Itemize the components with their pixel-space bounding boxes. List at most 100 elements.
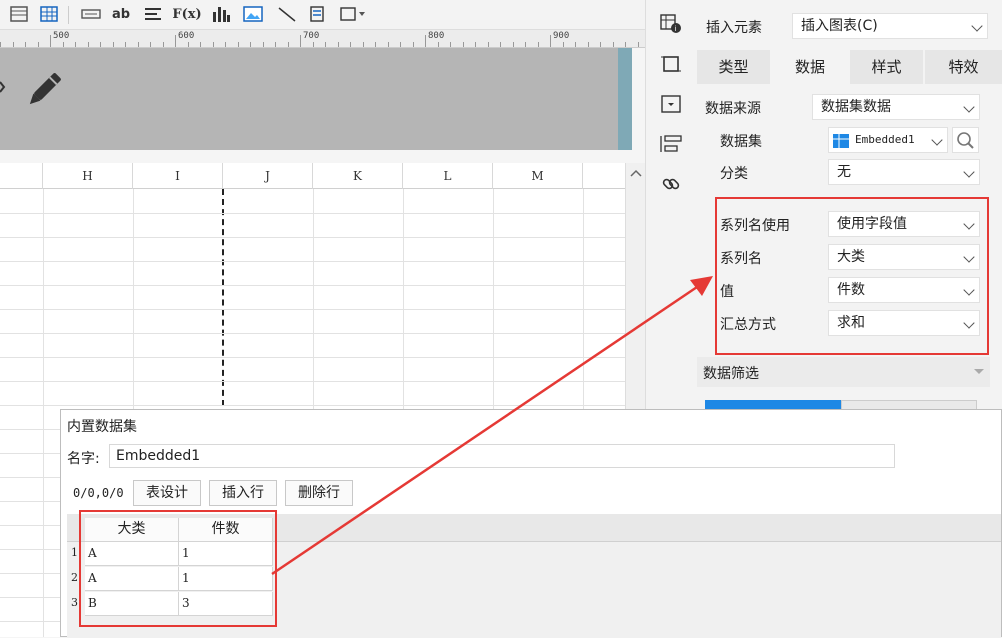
name-input[interactable]	[109, 444, 895, 468]
ruler-tick	[75, 42, 76, 47]
chart-edge	[618, 48, 632, 150]
column-header-k[interactable]: K	[313, 163, 403, 189]
ruler-tick	[475, 42, 476, 47]
data-source-value: 数据集数据	[821, 99, 891, 115]
column-header-m[interactable]: M	[493, 163, 583, 189]
svg-text:i: i	[675, 25, 677, 33]
ruler-tick	[125, 42, 126, 47]
data-source-label: 数据来源	[705, 101, 761, 117]
ruler-tick	[400, 42, 401, 47]
textbox-icon[interactable]	[80, 4, 102, 24]
ruler-tick	[275, 42, 276, 47]
image-icon[interactable]	[242, 4, 264, 24]
ruler-label: 700	[303, 31, 320, 41]
dataset-dropdown[interactable]: Embedded1	[828, 127, 948, 153]
dialog-title: 内置数据集	[67, 419, 137, 435]
data-filter-label: 数据筛选	[703, 366, 759, 382]
dataset-search-button[interactable]	[952, 127, 979, 153]
grid-icon[interactable]	[38, 4, 60, 24]
ruler-tick	[150, 42, 151, 47]
row-number: 1	[71, 546, 78, 559]
scroll-up-icon	[630, 169, 642, 177]
ruler-tick	[375, 42, 376, 47]
subreport-icon[interactable]	[306, 4, 328, 24]
tab-type[interactable]: 类型	[697, 50, 770, 84]
column-header-l[interactable]: L	[403, 163, 493, 189]
text-icon[interactable]: ab	[110, 4, 132, 24]
ruler-tick	[100, 42, 101, 47]
line-icon[interactable]	[276, 4, 298, 24]
ruler-tick	[437, 42, 439, 47]
search-icon	[957, 132, 974, 149]
ruler-tick	[250, 42, 251, 47]
highlight-box-panel	[715, 197, 989, 355]
column-header-i[interactable]: I	[133, 163, 223, 189]
widget-icon[interactable]	[659, 92, 683, 116]
ruler-tick	[350, 42, 351, 47]
ruler-tick	[12, 42, 14, 47]
ruler-tick	[262, 42, 264, 47]
ruler-tick	[162, 42, 164, 47]
paragraph-icon[interactable]	[142, 4, 164, 24]
link-icon[interactable]	[659, 172, 683, 196]
cell-element-icon[interactable]: i	[659, 12, 683, 36]
ruler-tick	[112, 42, 114, 47]
table-icon[interactable]	[8, 4, 30, 24]
delete-row-button[interactable]: 删除行	[285, 480, 353, 506]
ruler-tick	[562, 42, 564, 47]
chart-canvas[interactable]	[0, 48, 632, 150]
ruler-label: 500	[53, 31, 70, 41]
ruler-tick	[225, 42, 226, 47]
ruler-label: 900	[553, 31, 570, 41]
ruler-tick	[362, 42, 364, 47]
ruler-tick	[425, 35, 426, 47]
layout-icon[interactable]	[659, 132, 683, 156]
pencil-icon[interactable]	[22, 68, 66, 112]
name-label: 名字:	[67, 451, 100, 467]
frame-dropdown-icon[interactable]	[338, 4, 368, 24]
ruler-tick	[612, 42, 614, 47]
column-header-j[interactable]: J	[223, 163, 313, 189]
ruler-tick	[137, 42, 139, 47]
bar-chart-icon[interactable]	[210, 4, 232, 24]
edit-handle-icon	[0, 80, 6, 94]
ruler-tick	[312, 42, 314, 47]
chevron-down-icon	[971, 20, 983, 32]
ruler-tick	[512, 42, 514, 47]
data-filter-section[interactable]: 数据筛选	[697, 357, 990, 387]
ruler-label: 800	[428, 31, 445, 41]
tab-effects[interactable]: 特效	[925, 50, 1002, 84]
tab-style[interactable]: 样式	[850, 50, 923, 84]
ruler-tick	[287, 42, 289, 47]
cell-position: 0/0,0/0	[73, 486, 124, 500]
ruler-tick	[587, 42, 589, 47]
ruler-tick	[237, 42, 239, 47]
ruler-tick	[462, 42, 464, 47]
grid-col-line	[43, 189, 44, 637]
ruler-tick	[637, 42, 639, 47]
ruler-tick	[62, 42, 64, 47]
insert-element-dropdown[interactable]: 插入图表(C)	[792, 13, 988, 39]
ruler-tick	[212, 42, 214, 47]
ruler-tick	[25, 42, 26, 47]
ruler-tick	[625, 42, 626, 47]
ruler-tick	[200, 42, 201, 47]
formula-icon[interactable]: F(x)	[172, 4, 201, 24]
frame-icon[interactable]	[659, 52, 683, 76]
insert-row-button[interactable]: 插入行	[209, 480, 277, 506]
ruler: 500 600 700 800 900	[0, 30, 645, 48]
sheet-scrollbar[interactable]	[625, 163, 645, 409]
ruler-tick	[175, 35, 176, 47]
data-source-dropdown[interactable]: 数据集数据	[812, 94, 980, 120]
toolbar: ab F(x)	[0, 0, 645, 30]
column-header-partial[interactable]	[0, 163, 43, 189]
highlight-box-table	[79, 510, 277, 627]
column-header-h[interactable]: H	[43, 163, 133, 189]
table-design-button[interactable]: 表设计	[133, 480, 201, 506]
row-number: 3	[71, 596, 78, 609]
tab-data[interactable]: 数据	[772, 50, 848, 84]
category-dropdown[interactable]: 无	[828, 159, 980, 185]
ruler-tick	[525, 42, 526, 47]
row-number: 2	[71, 571, 78, 584]
ruler-tick	[537, 42, 539, 47]
